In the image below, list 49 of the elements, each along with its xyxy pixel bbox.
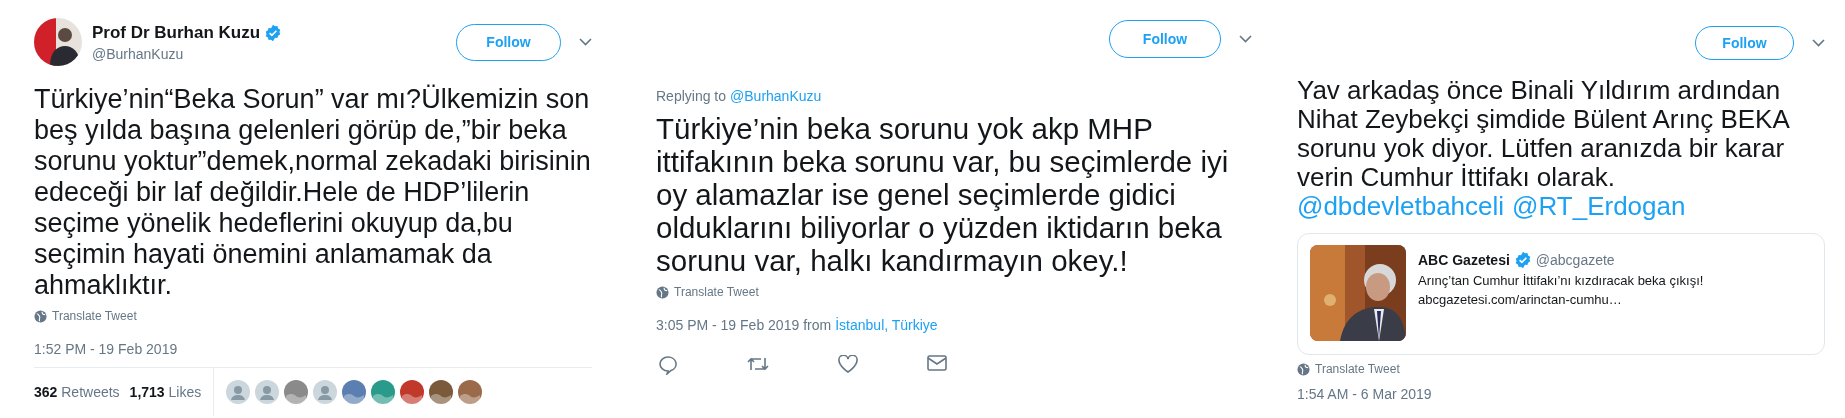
translate-link[interactable]: Translate Tweet	[674, 285, 759, 299]
verified-badge-icon	[264, 23, 283, 42]
avatar-icon[interactable]	[458, 380, 483, 404]
caret-icon[interactable]	[579, 38, 592, 46]
tweet-text: Yav arkadaş önce Binali Yıldırım ardından Nihat Zeybekçi şimdide Bülent Arınç BEKA sorunu yok diyor. Lütfen aranızda bir karar verin Cumhur İttifakı olarak.	[1297, 76, 1790, 192]
timestamp[interactable]: 1:52 PM - 19 Feb 2019	[34, 341, 178, 357]
author-name[interactable]: Prof Dr Burhan Kuzu	[92, 22, 261, 43]
verified-badge-icon	[1513, 251, 1532, 269]
quoted-author-name: ABC Gazetesi	[1418, 252, 1510, 268]
avatar-icon[interactable]	[400, 380, 425, 404]
retweet-icon[interactable]	[747, 355, 769, 373]
from-label: from	[803, 317, 832, 333]
translate-link[interactable]: Translate Tweet	[52, 309, 137, 323]
caret-icon[interactable]	[1812, 39, 1825, 47]
globe-icon	[34, 309, 47, 323]
timestamp[interactable]: 3:05 PM - 19 Feb 2019	[656, 317, 800, 333]
follow-button[interactable]: Follow	[456, 23, 561, 61]
caret-icon[interactable]	[1239, 35, 1252, 43]
stat-count[interactable]: 1,713 Likes	[129, 384, 202, 400]
mention-link[interactable]: @BurhanKuzu	[730, 88, 822, 104]
avatar-icon[interactable]	[284, 380, 309, 404]
quoted-headline: Arınç’tan Cumhur İttifakı’nı kızdıracak beka çıkışı!	[1418, 273, 1704, 288]
quoted-tweet-card[interactable]: ABC Gazetesi @abcgazete Arınç’tan Cumhur İttifakı’nı kızdıracak beka çıkışı! abcgazetesi.com/arinctan-cumhu…	[1297, 233, 1825, 355]
globe-icon	[1297, 362, 1310, 376]
follow-button[interactable]: Follow	[1695, 26, 1794, 60]
quoted-link: abcgazetesi.com/arinctan-cumhu…	[1418, 292, 1623, 307]
avatar-icon[interactable]	[226, 380, 251, 404]
tweet-text: Türkiye’nin beka sorunu yok akp MHP ittifakının beka sorunu var, bu seçimlerde iyi oy alamazlar ise genel seçimlerde gidici olduklarını biliyorlar o yüzden iktidarın beka sorunu var, halkı kandırmayın okey.!	[656, 112, 1230, 277]
mention-link[interactable]: @dbdevletbahceli	[1297, 192, 1505, 221]
avatar-icon[interactable]	[371, 380, 396, 404]
timestamp[interactable]: 1:54 AM - 6 Mar 2019	[1297, 386, 1432, 402]
avatar-icon	[34, 18, 82, 66]
tweet-text: Türkiye’nin“Beka Sorun” var mı?Ülkemizin son beş yılda başına gelenleri görüp de,”bir beka sorunu yoktur”demek,normal zekadaki birisinin edeceği bir laf değildir.Hele de HDP’lilerin seçime yönelik hedeflerini okuyup da,bu seçimin hayati önemini anlamamak da ahmaklıktır.	[34, 84, 592, 301]
avatar-icon[interactable]	[255, 380, 280, 404]
avatar-icon[interactable]	[429, 380, 454, 404]
heart-icon[interactable]	[838, 355, 858, 373]
globe-icon	[656, 285, 669, 299]
envelope-icon[interactable]	[927, 355, 947, 371]
quoted-author-handle: @abcgazete	[1535, 252, 1615, 268]
replying-to-label: Replying to	[656, 88, 727, 104]
mention-link[interactable]: @RT_Erdogan	[1512, 192, 1686, 221]
stat-count[interactable]: 362 Retweets	[34, 384, 120, 400]
location-link[interactable]: İstanbul, Türkiye	[835, 317, 938, 333]
avatar-icon[interactable]	[342, 380, 367, 404]
reply-icon[interactable]	[658, 355, 678, 375]
translate-link[interactable]: Translate Tweet	[1315, 362, 1400, 376]
follow-button[interactable]: Follow	[1109, 20, 1221, 58]
author-handle[interactable]: @BurhanKuzu	[92, 45, 283, 62]
avatar-icon[interactable]	[313, 380, 338, 404]
